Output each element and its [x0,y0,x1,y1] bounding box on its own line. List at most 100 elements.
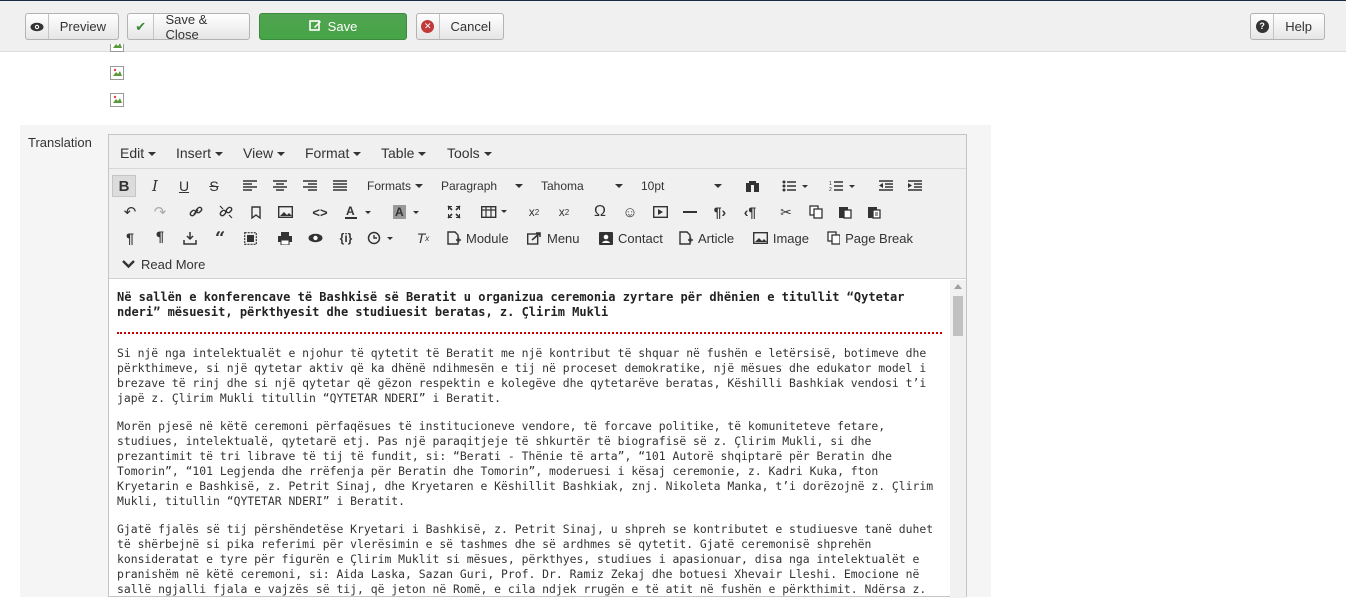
paragraph-3: Gjatë fjalës së tij përshëndetëse Kryeta… [117,522,934,598]
svg-text:A: A [395,205,404,219]
strikethrough-icon[interactable]: S [203,175,225,197]
block-format-dropdown[interactable]: Paragraph [441,175,523,197]
bullet-list-icon[interactable] [779,175,813,197]
file-add-icon [679,231,693,245]
fullscreen-icon[interactable] [443,201,465,223]
paragraph-1: Si një nga intelektualët e njohur të qyt… [117,346,927,405]
outdent-icon[interactable] [875,175,897,197]
editor-scrollbar[interactable] [950,280,966,598]
print-icon[interactable] [274,227,296,249]
contact-card-icon [599,231,613,245]
menu-insert-label: Insert [176,145,212,161]
italic-icon[interactable]: I [144,175,166,197]
undo-icon[interactable]: ↶ [119,201,141,223]
module-label: Module [466,230,509,246]
question-icon: ? [1251,14,1275,39]
emoticons-icon[interactable]: ☺ [619,201,641,223]
numbered-list-icon[interactable]: 12 [826,175,860,197]
font-family-dropdown[interactable]: Tahoma [541,175,623,197]
horizontal-rule-icon[interactable] [679,201,701,223]
blockquote-icon[interactable]: “ [209,227,231,249]
insert-date-icon[interactable] [179,227,201,249]
svg-text:A: A [346,205,355,218]
scroll-thumb[interactable] [953,296,963,336]
menu-tools-label: Tools [447,145,480,161]
translation-label: Translation [28,135,92,150]
image-label: Image [772,230,809,246]
media-icon[interactable] [649,201,671,223]
menu-view-label: View [243,145,274,161]
font-size-dropdown[interactable]: 10pt [641,175,722,197]
redo-icon[interactable]: ↷ [149,201,171,223]
clear-formatting-icon[interactable]: Tx [412,227,434,249]
broken-image-icon [110,93,125,107]
indent-icon[interactable] [904,175,926,197]
source-code-icon[interactable]: {i} [334,227,358,249]
save-close-label: Save & Close [165,11,208,42]
table-icon[interactable] [479,201,513,223]
menu-button[interactable]: Menu [527,227,583,249]
template-icon[interactable] [239,227,261,249]
page-break-button[interactable]: Page Break [827,227,913,249]
read-more-button[interactable]: Read More [122,253,206,275]
copy-icon[interactable] [805,201,827,223]
ltr-icon[interactable]: ¶› [709,201,731,223]
module-button[interactable]: Module [447,227,511,249]
unlink-icon[interactable] [215,201,237,223]
superscript-icon[interactable]: x2 [553,201,575,223]
help-label: Help [1285,19,1312,34]
paste-text-icon[interactable] [863,201,885,223]
paste-icon[interactable] [834,201,856,223]
edit-icon [308,19,322,35]
align-right-icon[interactable] [299,175,321,197]
align-left-icon[interactable] [239,175,261,197]
subscript-icon[interactable]: x2 [523,201,545,223]
preview-label: Preview [59,19,106,34]
insert-time-icon[interactable] [365,227,399,249]
text-color-icon[interactable]: A [343,201,377,223]
visual-chars-icon[interactable]: ¶ [149,227,171,249]
image-button[interactable]: Image [753,227,809,249]
find-replace-icon[interactable] [741,175,763,197]
save-close-button[interactable]: ✔ Save & Close [127,11,250,42]
save-button[interactable]: Save [259,13,407,40]
picture-icon [753,232,768,244]
preview-button[interactable]: Preview [25,13,119,40]
article-button[interactable]: Article [679,227,737,249]
rich-text-editor: Edit Insert View Format Table Tools B I … [108,134,967,598]
block-format-label: Paragraph [441,179,498,193]
align-justify-icon[interactable] [329,175,351,197]
underline-icon[interactable]: U [173,175,195,197]
special-character-icon[interactable]: Ω [589,201,611,223]
font-family-label: Tahoma [541,179,584,193]
menu-edit[interactable]: Edit [120,145,157,161]
align-center-icon[interactable] [269,175,291,197]
editor-content-area[interactable]: Në sallën e konferencave të Bashkisë së … [109,280,950,598]
bookmark-icon[interactable] [245,201,267,223]
formats-dropdown[interactable]: Formats [367,175,423,197]
bold-icon[interactable]: B [112,175,136,197]
help-button[interactable]: ? Help [1250,13,1325,40]
scroll-up-arrow-icon[interactable] [954,284,962,289]
save-label: Save [327,19,358,34]
menu-edit-label: Edit [120,145,145,161]
file-add-icon [447,231,461,245]
background-color-icon[interactable]: A [391,201,425,223]
menu-format[interactable]: Format [305,145,362,161]
eye-icon [26,14,49,39]
preview-eye-icon[interactable] [304,227,326,249]
image-insert-icon[interactable] [274,201,296,223]
cut-icon[interactable]: ✂ [775,201,797,223]
link-icon[interactable] [185,201,207,223]
cancel-button[interactable]: ✕ Cancel [416,13,504,40]
menu-view[interactable]: View [243,145,286,161]
rtl-icon[interactable]: ‹¶ [739,201,761,223]
menu-tools[interactable]: Tools [447,145,492,161]
font-size-label: 10pt [641,179,665,193]
code-icon[interactable]: <> [309,201,331,223]
menu-insert[interactable]: Insert [176,145,224,161]
contact-button[interactable]: Contact [599,227,665,249]
close-circle-icon: ✕ [417,14,440,39]
visual-blocks-icon[interactable]: ¶ [119,227,141,249]
menu-table[interactable]: Table [381,145,427,161]
